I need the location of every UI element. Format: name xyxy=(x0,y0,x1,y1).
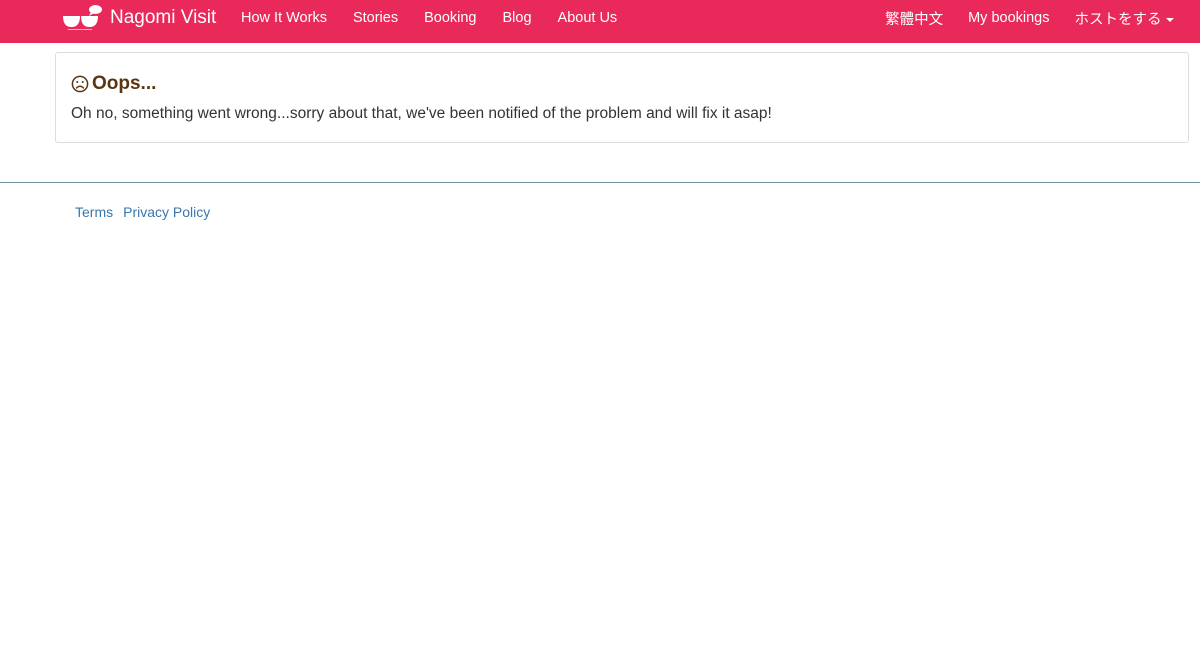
footer-divider xyxy=(0,182,1200,183)
top-navbar: Nagomi Visit How It Works Stories Bookin… xyxy=(0,0,1200,43)
nav-booking[interactable]: Booking xyxy=(411,10,489,26)
nav-stories[interactable]: Stories xyxy=(340,10,411,26)
main-nav: How It Works Stories Booking Blog About … xyxy=(228,0,630,36)
error-title: Oops... xyxy=(71,73,1173,95)
error-panel: Oops... Oh no, something went wrong...so… xyxy=(55,52,1189,143)
brand-link[interactable]: Nagomi Visit xyxy=(62,0,216,36)
teacups-logo-icon xyxy=(63,5,102,30)
terms-link[interactable]: Terms xyxy=(75,204,113,220)
right-nav: 繁體中文 My bookings ホストをする xyxy=(873,0,1186,36)
frown-icon xyxy=(71,75,89,93)
footer-links: Terms Privacy Policy xyxy=(75,204,220,220)
caret-down-icon xyxy=(1165,17,1174,22)
privacy-policy-link[interactable]: Privacy Policy xyxy=(123,204,210,220)
nav-blog[interactable]: Blog xyxy=(490,10,545,26)
language-switch-link[interactable]: 繁體中文 xyxy=(873,8,956,29)
host-dropdown-label: ホストをする xyxy=(1074,11,1162,28)
my-bookings-link[interactable]: My bookings xyxy=(956,10,1062,26)
error-message: Oh no, something went wrong...sorry abou… xyxy=(71,105,772,122)
nav-about-us[interactable]: About Us xyxy=(545,10,631,26)
error-title-text: Oops... xyxy=(92,73,157,94)
nav-how-it-works[interactable]: How It Works xyxy=(228,10,340,26)
host-dropdown-toggle[interactable]: ホストをする xyxy=(1062,8,1186,29)
brand-name: Nagomi Visit xyxy=(110,7,217,28)
